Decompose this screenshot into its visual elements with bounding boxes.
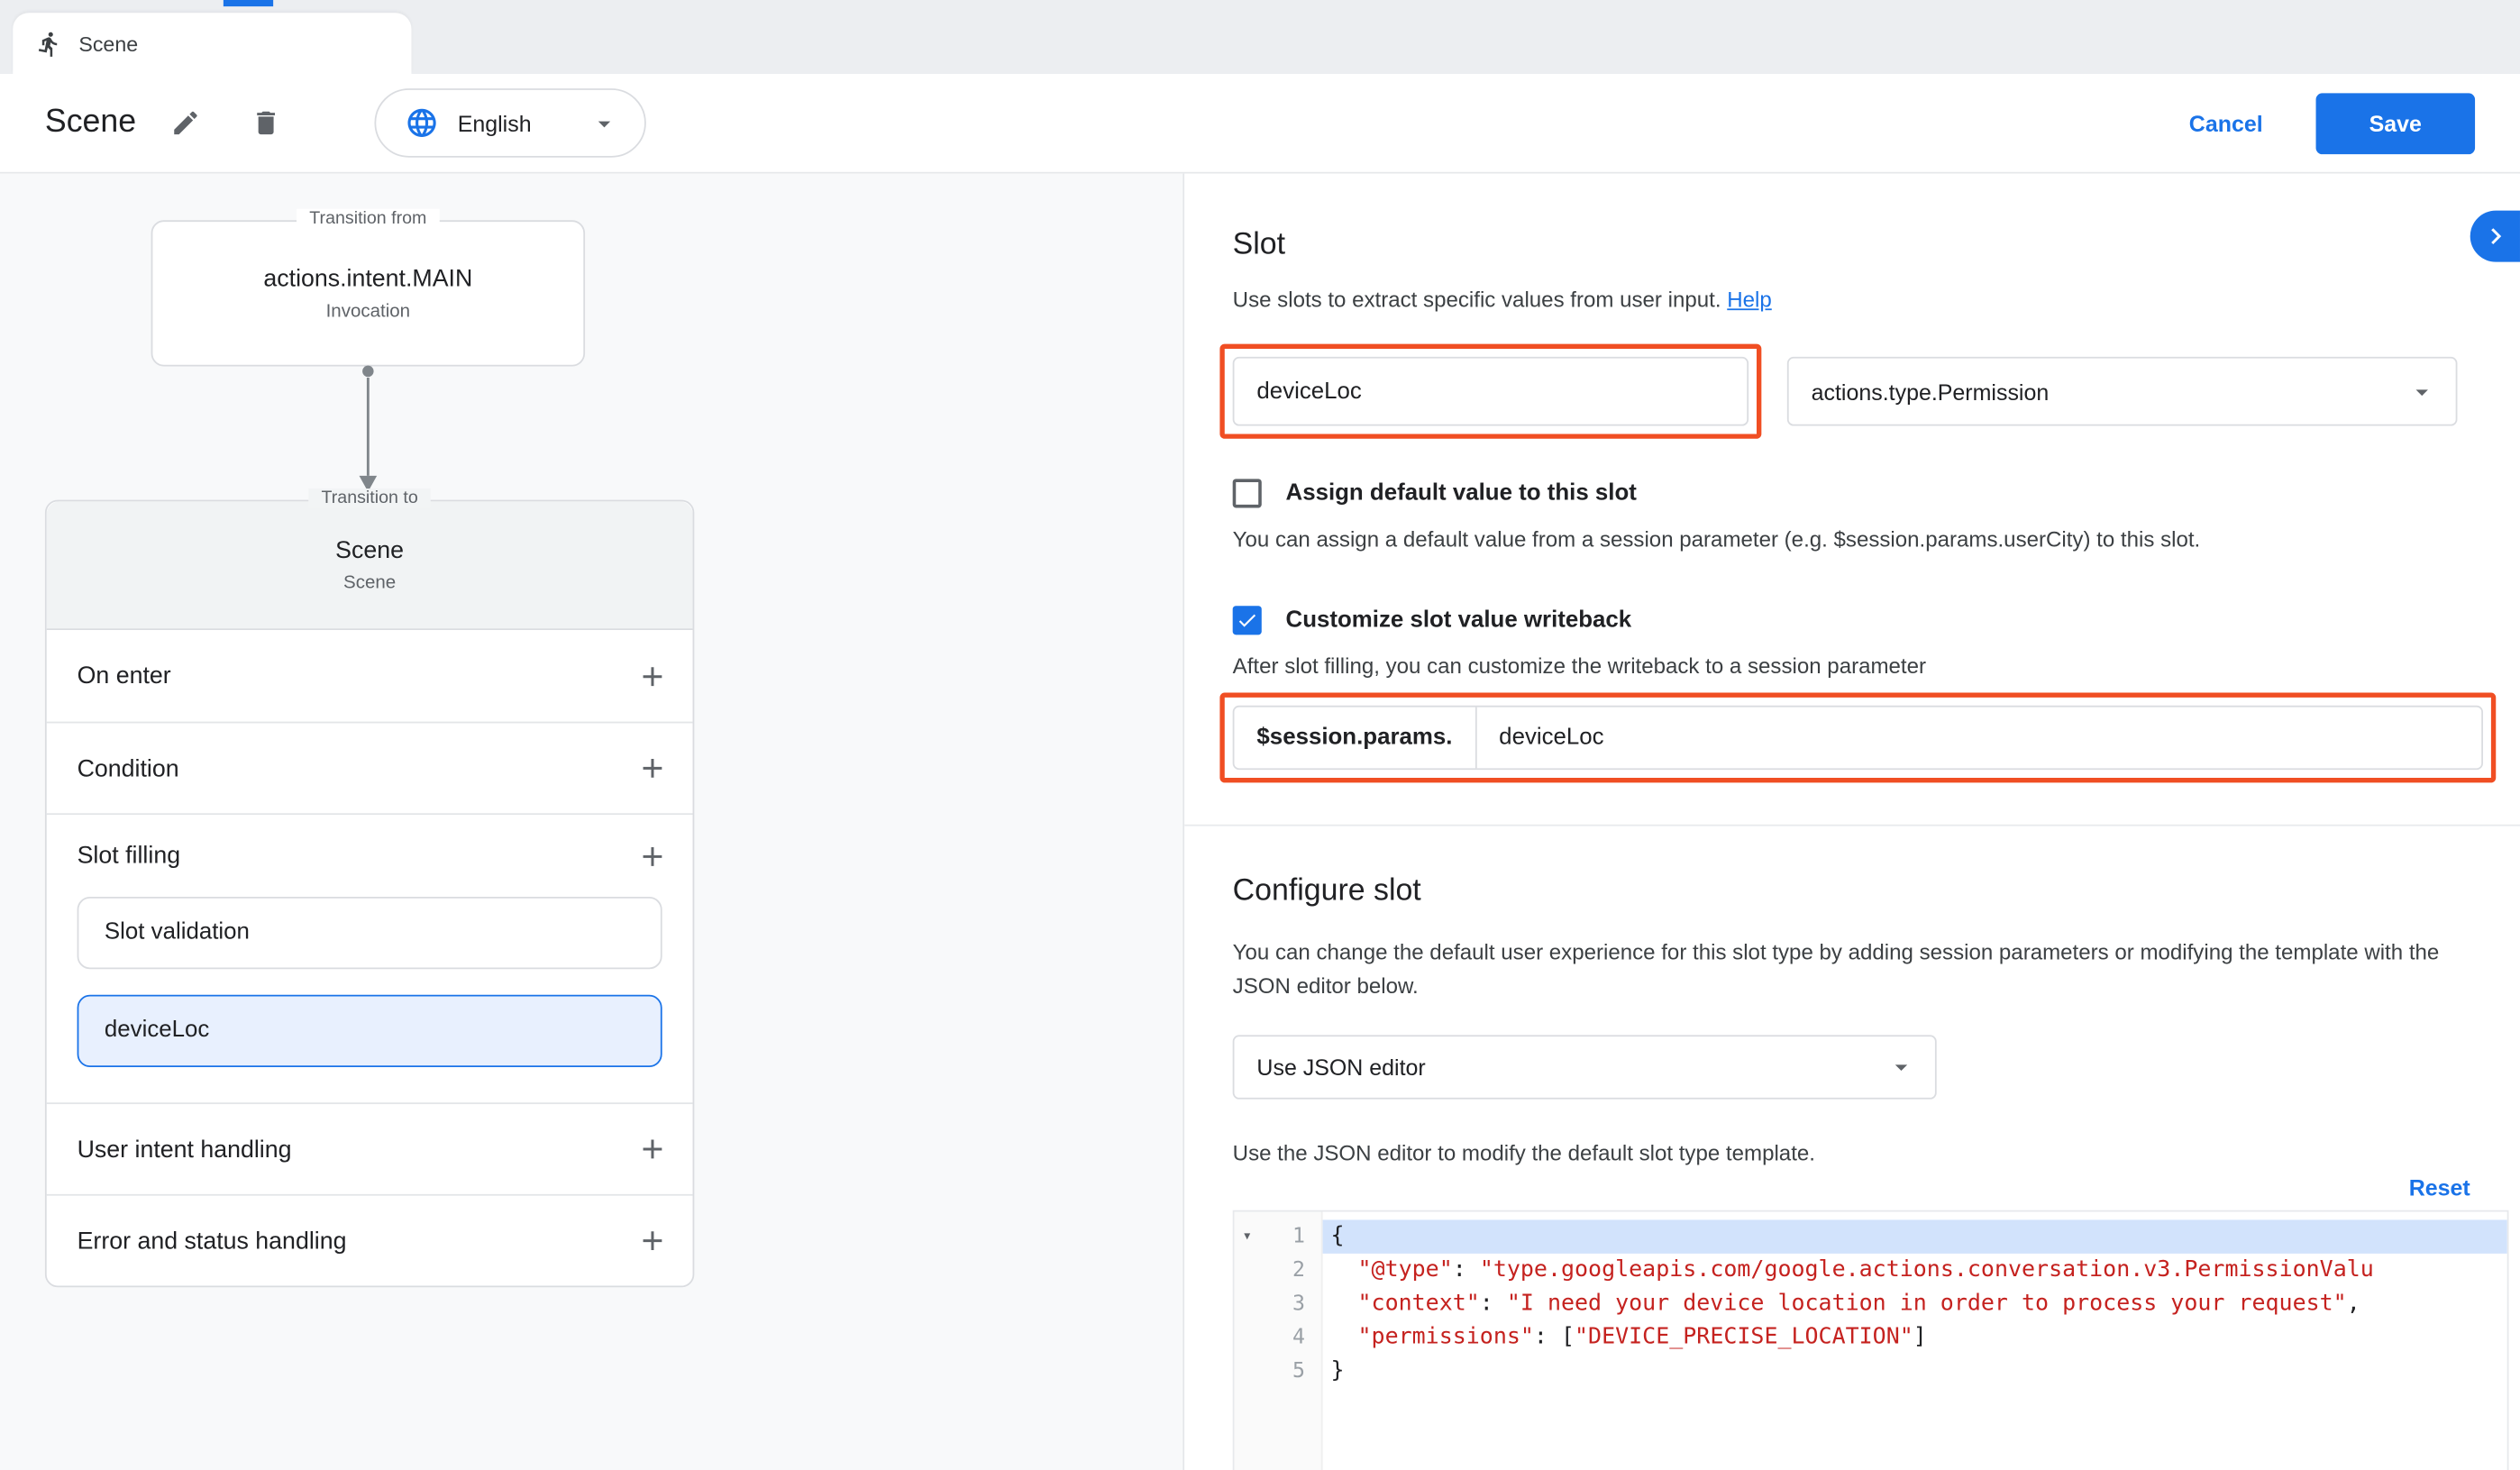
add-icon[interactable] [636, 660, 669, 692]
section-label: Condition [78, 754, 179, 781]
code-line[interactable]: "context": "I need your device location … [1323, 1287, 2507, 1320]
run-person-icon [35, 30, 62, 57]
code-line[interactable]: } [1323, 1355, 2507, 1388]
trash-icon [251, 107, 282, 138]
slot-filling-items: Slot validation deviceLoc [47, 897, 693, 1102]
slot-type-value: actions.type.Permission [1812, 379, 2050, 405]
transition-arrow [352, 363, 385, 501]
writeback-row: Customize slot value writeback [1233, 606, 2509, 635]
writeback-description: After slot filling, you can customize th… [1233, 654, 2509, 679]
chevron-right-icon [2479, 220, 2512, 252]
editor-mode-value: Use JSON editor [1256, 1055, 1425, 1081]
configure-description: You can change the default user experien… [1233, 936, 2458, 1003]
line-number: 1 [1292, 1225, 1305, 1249]
slot-item-validation[interactable]: Slot validation [78, 897, 662, 969]
slot-description-text: Use slots to extract specific values fro… [1233, 288, 1721, 312]
reset-row: Reset [1233, 1174, 2470, 1203]
app-window: Scene Scene English Cancel Save [0, 0, 2520, 1470]
code-line[interactable]: "@type": "type.googleapis.com/google.act… [1323, 1254, 2507, 1287]
edit-scene-button[interactable] [155, 93, 216, 154]
scene-diagram-canvas: Transition from actions.intent.MAIN Invo… [0, 174, 1184, 1470]
configure-slot-title: Configure slot [1233, 874, 2509, 909]
writeback-field[interactable]: $session.params. [1233, 706, 2483, 770]
slot-name-row: actions.type.Permission [1233, 344, 2509, 439]
editor-hint: Use the JSON editor to modify the defaul… [1233, 1141, 2509, 1165]
transition-to-legend: Transition to [308, 488, 431, 507]
add-icon[interactable] [636, 1225, 669, 1257]
transition-from-legend: Transition from [297, 209, 440, 228]
section-label: Slot filling [78, 842, 180, 869]
slot-name-input[interactable] [1233, 357, 1748, 426]
line-number: 4 [1292, 1326, 1305, 1350]
fold-arrow-icon[interactable]: ▾ [1242, 1219, 1252, 1253]
tab-title: Scene [78, 32, 138, 56]
annotation-slot-name [1219, 344, 1761, 439]
section-user-intent-handling[interactable]: User intent handling [47, 1102, 693, 1194]
slot-description: Use slots to extract specific values fro… [1233, 288, 2509, 312]
writeback-param-input[interactable] [1476, 725, 2481, 751]
scene-card: Transition to Scene Scene On enter Condi… [45, 500, 694, 1288]
json-editor-lines[interactable]: { "@type": "type.googleapis.com/google.a… [1323, 1212, 2507, 1470]
annotation-writeback: $session.params. [1219, 693, 2496, 783]
chevron-down-icon [589, 108, 618, 137]
section-divider [1184, 825, 2520, 826]
add-icon[interactable] [636, 1133, 669, 1165]
section-on-enter[interactable]: On enter [47, 630, 693, 722]
session-params-prefix: $session.params. [1234, 725, 1475, 751]
line-number: 5 [1292, 1360, 1305, 1384]
code-line[interactable]: "permissions": ["DEVICE_PRECISE_LOCATION… [1323, 1321, 2507, 1355]
tab-accent-bar [224, 0, 273, 6]
assign-default-row: Assign default value to this slot [1233, 479, 2509, 507]
transition-from-card[interactable]: Transition from actions.intent.MAIN Invo… [151, 220, 585, 366]
section-condition[interactable]: Condition [47, 722, 693, 814]
assign-default-checkbox[interactable] [1233, 479, 1262, 507]
slot-item-deviceloc[interactable]: deviceLoc [78, 995, 662, 1067]
language-selector[interactable]: English [374, 88, 645, 158]
page-title: Scene [45, 105, 136, 142]
reset-link[interactable]: Reset [2409, 1174, 2470, 1201]
help-link[interactable]: Help [1727, 288, 1772, 312]
scene-name: Scene [335, 537, 404, 564]
add-icon[interactable] [636, 753, 669, 785]
scene-tab[interactable]: Scene [13, 13, 411, 74]
globe-icon [405, 106, 438, 140]
editor-mode-select[interactable]: Use JSON editor [1233, 1035, 1937, 1099]
check-icon [1236, 609, 1258, 632]
section-label: User intent handling [78, 1136, 292, 1163]
scene-type: Scene [343, 574, 396, 593]
collapse-panel-button[interactable] [2470, 211, 2520, 262]
slot-editor-panel: Slot Use slots to extract specific value… [1184, 174, 2520, 1470]
add-icon[interactable] [636, 840, 669, 872]
section-slot-filling[interactable]: Slot filling [47, 813, 693, 897]
assign-default-label: Assign default value to this slot [1286, 480, 1637, 507]
chevron-down-icon [1886, 1053, 1915, 1082]
pencil-icon [170, 107, 201, 138]
line-number: 2 [1292, 1258, 1305, 1283]
delete-scene-button[interactable] [236, 93, 297, 154]
section-label: Error and status handling [78, 1227, 347, 1254]
section-error-status-handling[interactable]: Error and status handling [47, 1194, 693, 1286]
json-editor[interactable]: ▾ 1 2 3 4 5 { "@type": "type.googleapis.com/g… [1233, 1210, 2509, 1470]
json-editor-gutter: ▾ 1 2 3 4 5 [1234, 1212, 1322, 1470]
slot-type-select[interactable]: actions.type.Permission [1787, 357, 2458, 426]
intent-name: actions.intent.MAIN [263, 265, 472, 292]
chevron-down-icon [2407, 377, 2436, 406]
writeback-checkbox[interactable] [1233, 606, 1262, 635]
language-label: English [458, 110, 532, 136]
writeback-label: Customize slot value writeback [1286, 607, 1632, 634]
code-line[interactable]: { [1323, 1219, 2507, 1253]
line-number: 3 [1292, 1292, 1305, 1317]
assign-default-description: You can assign a default value from a se… [1233, 527, 2509, 552]
save-button[interactable]: Save [2316, 93, 2476, 154]
intent-type: Invocation [326, 302, 411, 321]
browser-tab-strip: Scene [0, 0, 2520, 74]
slot-section-title: Slot [1233, 228, 2509, 263]
section-label: On enter [78, 662, 171, 689]
transition-to-header[interactable]: Transition to Scene Scene [47, 501, 693, 630]
header: Scene English Cancel Save [0, 74, 2520, 174]
cancel-button[interactable]: Cancel [2189, 110, 2263, 136]
